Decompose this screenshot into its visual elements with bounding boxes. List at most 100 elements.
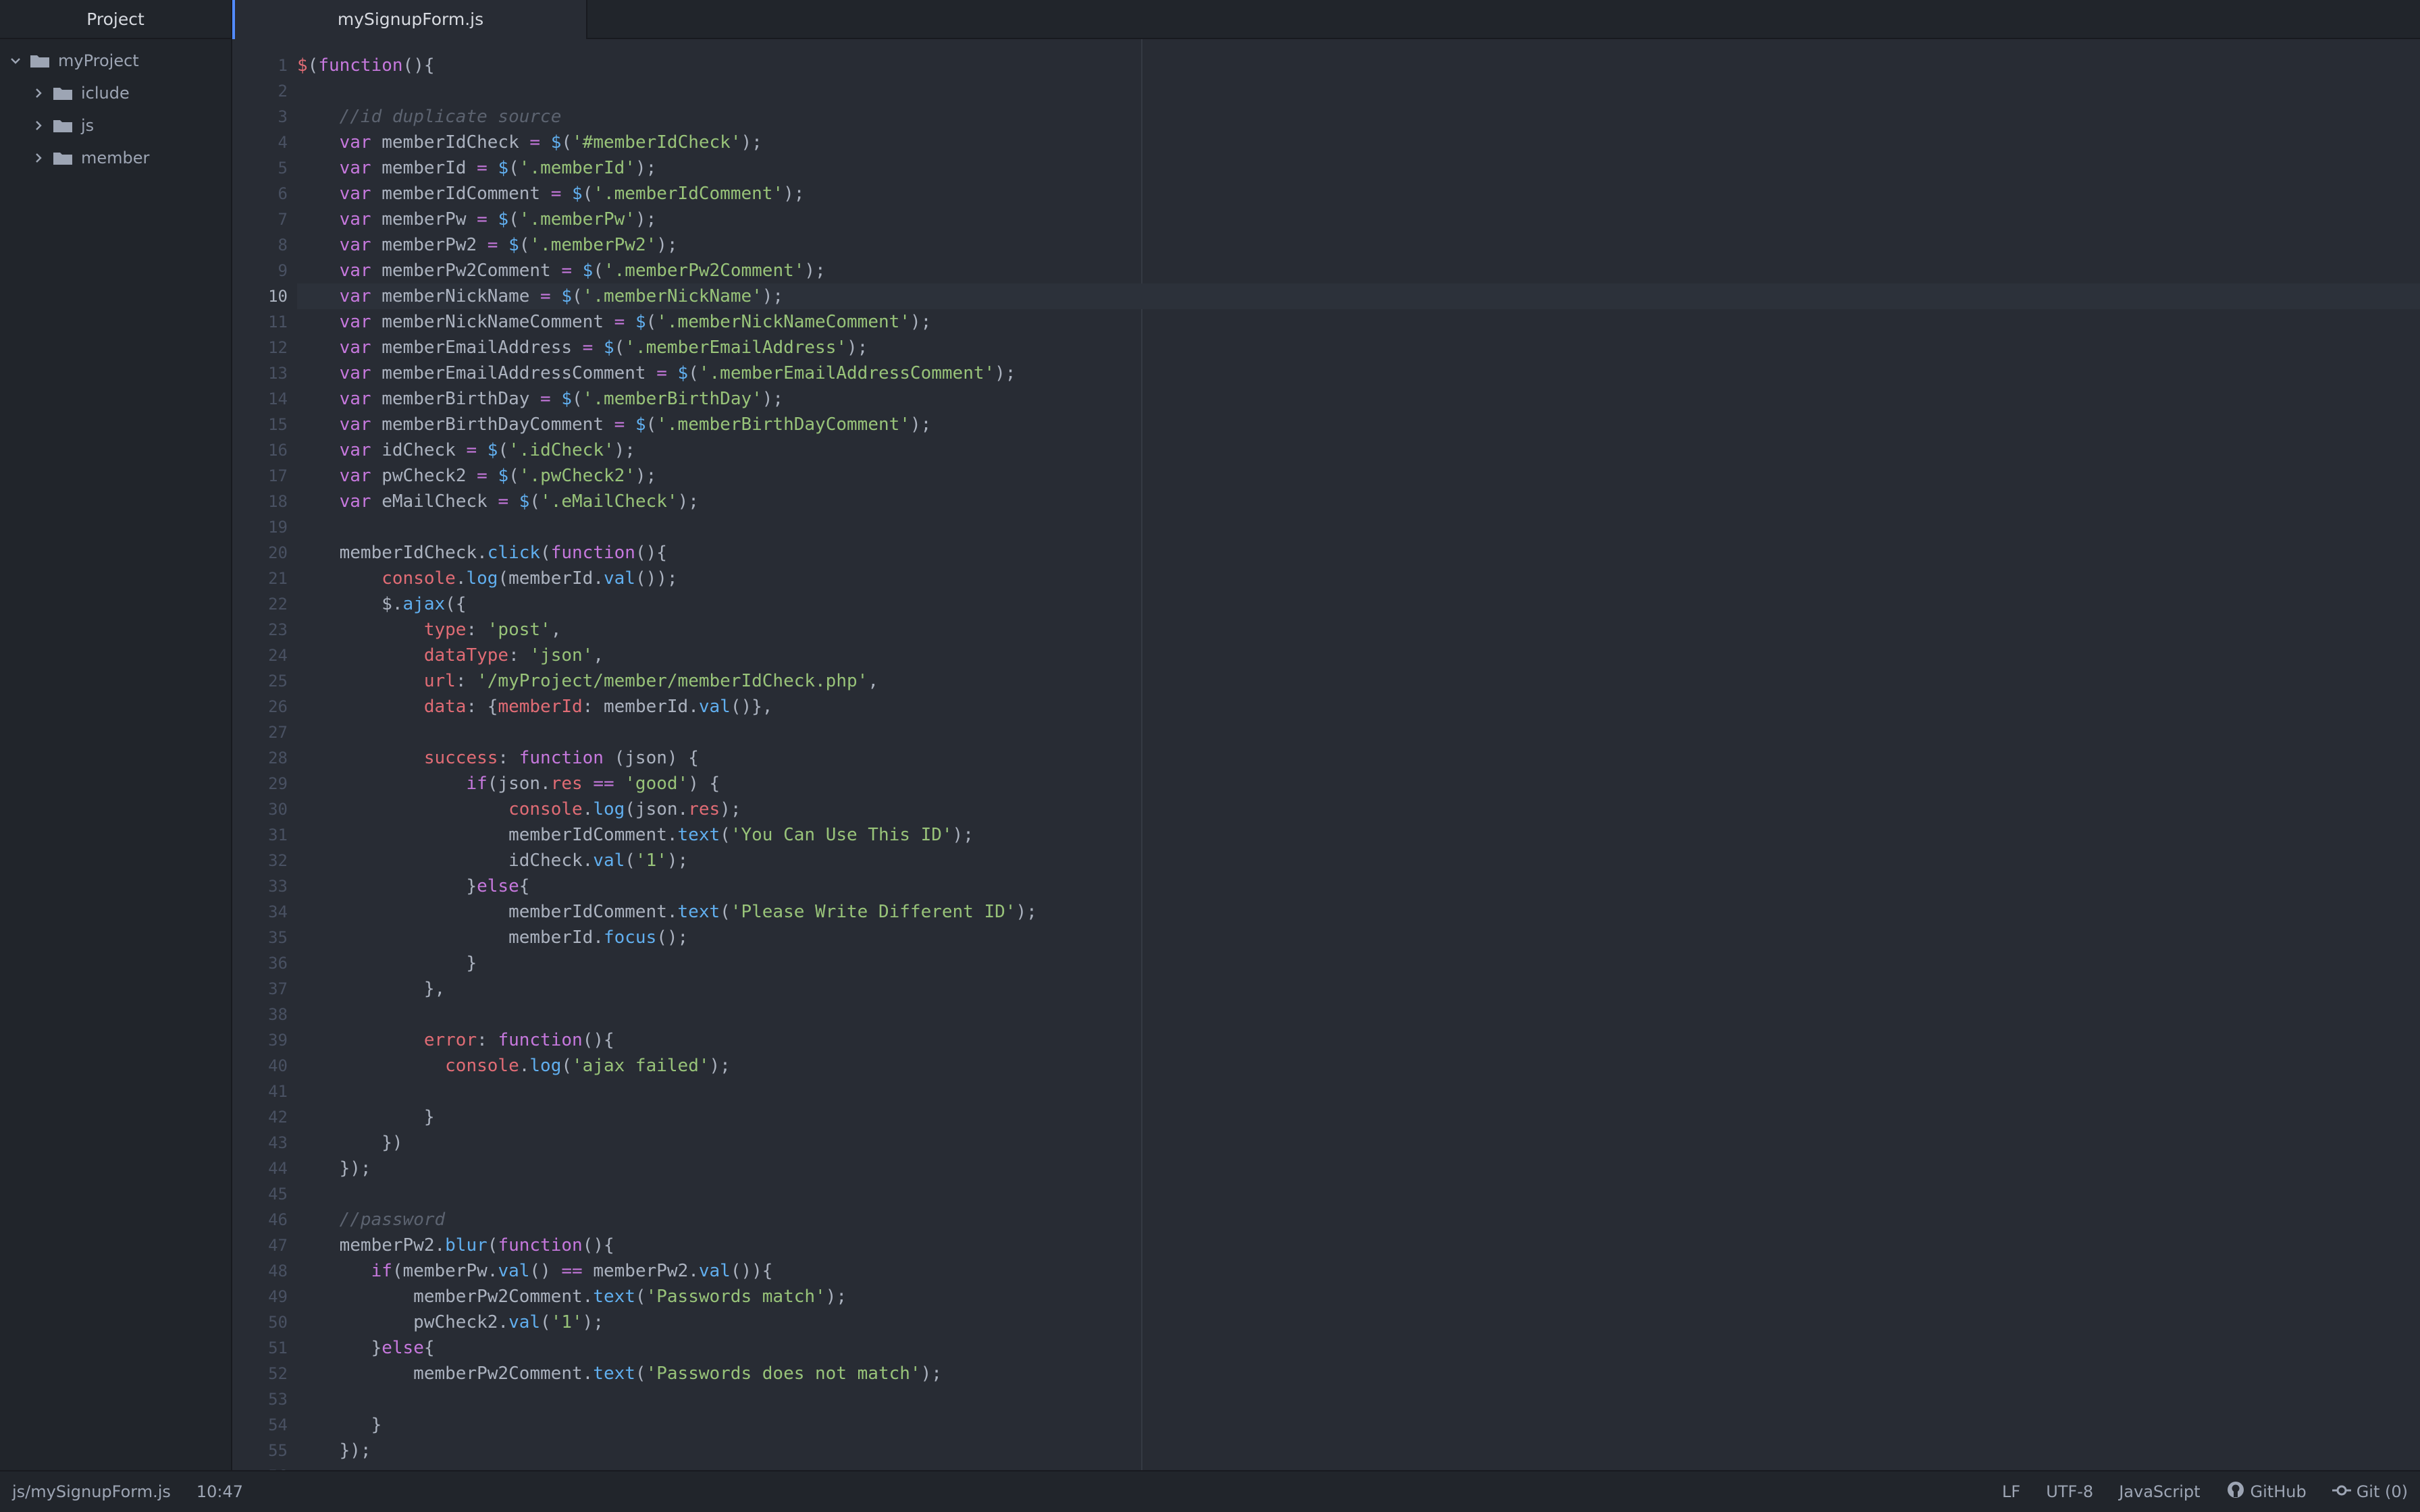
code-line[interactable]: idCheck.val('1'); bbox=[297, 848, 2420, 873]
code-line[interactable]: memberId.focus(); bbox=[297, 925, 2420, 950]
line-number[interactable]: 48 bbox=[232, 1258, 290, 1284]
code-line[interactable]: var memberPw2 = $('.memberPw2'); bbox=[297, 232, 2420, 258]
line-number[interactable]: 20 bbox=[232, 540, 290, 566]
line-number[interactable]: 19 bbox=[232, 514, 290, 540]
status-file-path[interactable]: js/mySignupForm.js bbox=[12, 1482, 171, 1501]
line-number[interactable]: 41 bbox=[232, 1079, 290, 1104]
tree-root-myproject[interactable]: myProject bbox=[0, 45, 231, 77]
line-number[interactable]: 27 bbox=[232, 720, 290, 745]
code-line[interactable]: pwCheck2.val('1'); bbox=[297, 1310, 2420, 1335]
line-number[interactable]: 9 bbox=[232, 258, 290, 284]
code-line[interactable]: dataType: 'json', bbox=[297, 643, 2420, 668]
tab-mysignupform[interactable]: mySignupForm.js bbox=[232, 0, 587, 39]
code-lines[interactable]: $(function(){ //id duplicate source var … bbox=[297, 53, 2420, 1470]
line-number[interactable]: 18 bbox=[232, 489, 290, 514]
line-number[interactable]: 31 bbox=[232, 822, 290, 848]
line-number[interactable]: 38 bbox=[232, 1002, 290, 1027]
code-line[interactable]: memberIdComment.text('You Can Use This I… bbox=[297, 822, 2420, 848]
line-number[interactable]: 2 bbox=[232, 78, 290, 104]
line-number[interactable]: 44 bbox=[232, 1156, 290, 1181]
code-line[interactable]: } bbox=[297, 1104, 2420, 1130]
code-line[interactable]: var eMailCheck = $('.eMailCheck'); bbox=[297, 489, 2420, 514]
code-line[interactable]: var memberPw = $('.memberPw'); bbox=[297, 207, 2420, 232]
code-line[interactable] bbox=[297, 514, 2420, 540]
line-number[interactable]: 21 bbox=[232, 566, 290, 591]
line-number[interactable]: 3 bbox=[232, 104, 290, 130]
tree-folder-iclude[interactable]: iclude bbox=[0, 77, 231, 109]
code-line[interactable]: $(function(){ bbox=[297, 53, 2420, 78]
line-number[interactable]: 35 bbox=[232, 925, 290, 950]
code-line[interactable]: var memberNickName = $('.memberNickName'… bbox=[297, 284, 2420, 309]
line-number[interactable]: 42 bbox=[232, 1104, 290, 1130]
line-number[interactable]: 32 bbox=[232, 848, 290, 873]
code-line[interactable] bbox=[297, 1002, 2420, 1027]
code-line[interactable]: }else{ bbox=[297, 1335, 2420, 1361]
code-line[interactable]: } bbox=[297, 1412, 2420, 1438]
code-line[interactable]: var idCheck = $('.idCheck'); bbox=[297, 437, 2420, 463]
code-line[interactable]: data: {memberId: memberId.val()}, bbox=[297, 694, 2420, 720]
status-git[interactable]: Git (0) bbox=[2332, 1482, 2408, 1501]
status-line-ending[interactable]: LF bbox=[2002, 1482, 2020, 1501]
code-editor[interactable]: 1 2 3 4 5 6 7 8 9 10 11 12 13 14 15 16 17 18 19 20 21 22 23 24 2… bbox=[232, 39, 2420, 1470]
line-number[interactable]: 49 bbox=[232, 1284, 290, 1310]
line-number[interactable]: 52 bbox=[232, 1361, 290, 1386]
code-line[interactable]: var memberIdCheck = $('#memberIdCheck'); bbox=[297, 130, 2420, 155]
line-number[interactable]: 13 bbox=[232, 360, 290, 386]
code-line[interactable]: memberPw2Comment.text('Passwords does no… bbox=[297, 1361, 2420, 1386]
code-line[interactable]: if(json.res == 'good') { bbox=[297, 771, 2420, 796]
line-number[interactable]: 14 bbox=[232, 386, 290, 412]
code-line[interactable]: console.log('ajax failed'); bbox=[297, 1053, 2420, 1079]
code-line[interactable]: $.ajax({ bbox=[297, 591, 2420, 617]
line-number[interactable]: 16 bbox=[232, 437, 290, 463]
line-number[interactable]: 28 bbox=[232, 745, 290, 771]
line-number-gutter[interactable]: 1 2 3 4 5 6 7 8 9 10 11 12 13 14 15 16 17 18 19 20 21 22 23 24 2… bbox=[232, 53, 290, 1470]
code-line[interactable]: }); bbox=[297, 1156, 2420, 1181]
line-number[interactable]: 54 bbox=[232, 1412, 290, 1438]
code-line[interactable]: var memberEmailAddressComment = $('.memb… bbox=[297, 360, 2420, 386]
line-number[interactable]: 40 bbox=[232, 1053, 290, 1079]
line-number[interactable]: 33 bbox=[232, 873, 290, 899]
code-line[interactable]: //id duplicate source bbox=[297, 104, 2420, 130]
code-line[interactable]: //password bbox=[297, 1207, 2420, 1233]
code-line[interactable]: var memberIdComment = $('.memberIdCommen… bbox=[297, 181, 2420, 207]
code-line[interactable]: error: function(){ bbox=[297, 1027, 2420, 1053]
line-number[interactable]: 11 bbox=[232, 309, 290, 335]
line-number[interactable]: 34 bbox=[232, 899, 290, 925]
line-number[interactable]: 12 bbox=[232, 335, 290, 360]
line-number[interactable]: 56 bbox=[232, 1463, 290, 1470]
status-github[interactable]: GitHub bbox=[2226, 1480, 2307, 1503]
line-number[interactable]: 25 bbox=[232, 668, 290, 694]
code-line[interactable]: var memberEmailAddress = $('.memberEmail… bbox=[297, 335, 2420, 360]
line-number[interactable]: 5 bbox=[232, 155, 290, 181]
code-line[interactable] bbox=[297, 1079, 2420, 1104]
code-line[interactable] bbox=[297, 1386, 2420, 1412]
line-number[interactable]: 4 bbox=[232, 130, 290, 155]
line-number[interactable]: 45 bbox=[232, 1181, 290, 1207]
code-line[interactable] bbox=[297, 1181, 2420, 1207]
code-line[interactable]: memberIdCheck.click(function(){ bbox=[297, 540, 2420, 566]
code-line[interactable]: memberPw2.blur(function(){ bbox=[297, 1233, 2420, 1258]
line-number[interactable]: 39 bbox=[232, 1027, 290, 1053]
sidebar-title[interactable]: Project bbox=[0, 0, 231, 39]
line-number[interactable]: 15 bbox=[232, 412, 290, 437]
line-number[interactable]: 55 bbox=[232, 1438, 290, 1463]
code-line[interactable]: console.log(memberId.val()); bbox=[297, 566, 2420, 591]
code-line[interactable]: var memberId = $('.memberId'); bbox=[297, 155, 2420, 181]
line-number[interactable]: 30 bbox=[232, 796, 290, 822]
line-number[interactable]: 53 bbox=[232, 1386, 290, 1412]
code-line[interactable]: }) bbox=[297, 1130, 2420, 1156]
code-line[interactable]: memberPw2Comment.text('Passwords match')… bbox=[297, 1284, 2420, 1310]
code-line[interactable]: var memberNickNameComment = $('.memberNi… bbox=[297, 309, 2420, 335]
line-number[interactable]: 22 bbox=[232, 591, 290, 617]
code-line[interactable]: var memberBirthDay = $('.memberBirthDay'… bbox=[297, 386, 2420, 412]
line-number[interactable]: 26 bbox=[232, 694, 290, 720]
code-line[interactable]: success: function (json) { bbox=[297, 745, 2420, 771]
code-line[interactable]: memberIdComment.text('Please Write Diffe… bbox=[297, 899, 2420, 925]
code-line[interactable]: if(memberPw.val() == memberPw2.val()){ bbox=[297, 1258, 2420, 1284]
code-line[interactable]: type: 'post', bbox=[297, 617, 2420, 643]
line-number[interactable]: 50 bbox=[232, 1310, 290, 1335]
line-number[interactable]: 10 bbox=[232, 284, 290, 309]
line-number[interactable]: 6 bbox=[232, 181, 290, 207]
code-line[interactable] bbox=[297, 78, 2420, 104]
code-line[interactable]: console.log(json.res); bbox=[297, 796, 2420, 822]
